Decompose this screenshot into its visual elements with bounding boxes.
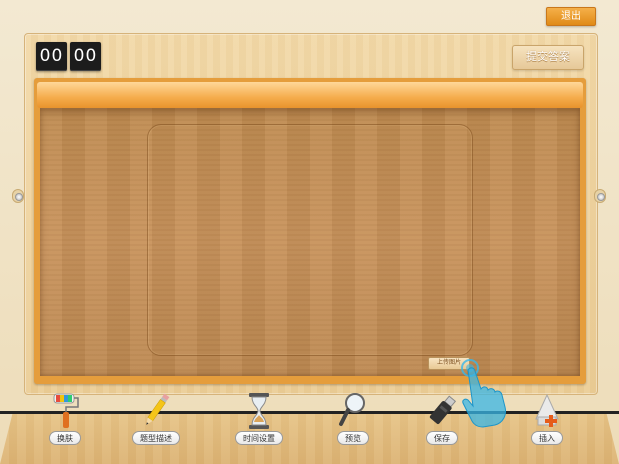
question-drop-area[interactable]: [147, 124, 473, 356]
tool-time-setting-label: 时间设置: [235, 431, 283, 445]
left-knob-icon: [12, 189, 24, 203]
tool-preview-label: 预览: [337, 431, 369, 445]
timer-minutes: 00: [36, 42, 67, 71]
tool-question-description[interactable]: 题型描述: [126, 391, 186, 449]
tool-question-description-label: 题型描述: [132, 431, 180, 445]
tool-preview[interactable]: 预览: [323, 391, 383, 449]
tool-time-setting[interactable]: 时间设置: [229, 391, 289, 449]
tool-skin[interactable]: 换肤: [35, 391, 95, 449]
usb-drive-icon: [429, 395, 457, 424]
timer: 00 00: [36, 42, 101, 71]
tool-skin-label: 换肤: [49, 431, 81, 445]
hand-pointer-icon: [461, 359, 506, 428]
pencil-icon: [146, 393, 170, 425]
submit-answer-button[interactable]: 提交答案: [512, 45, 584, 70]
paint-roller-icon: [53, 393, 79, 428]
exit-button[interactable]: 退出: [546, 7, 596, 26]
tool-save-label: 保存: [426, 431, 458, 445]
magnifier-icon: [339, 393, 365, 426]
insert-icon: [535, 393, 559, 427]
tool-insert-label: 插入: [531, 431, 563, 445]
right-knob-icon: [594, 189, 606, 203]
timer-seconds: 00: [70, 42, 101, 71]
hourglass-icon: [249, 393, 269, 429]
content-frame-header: [37, 82, 583, 108]
